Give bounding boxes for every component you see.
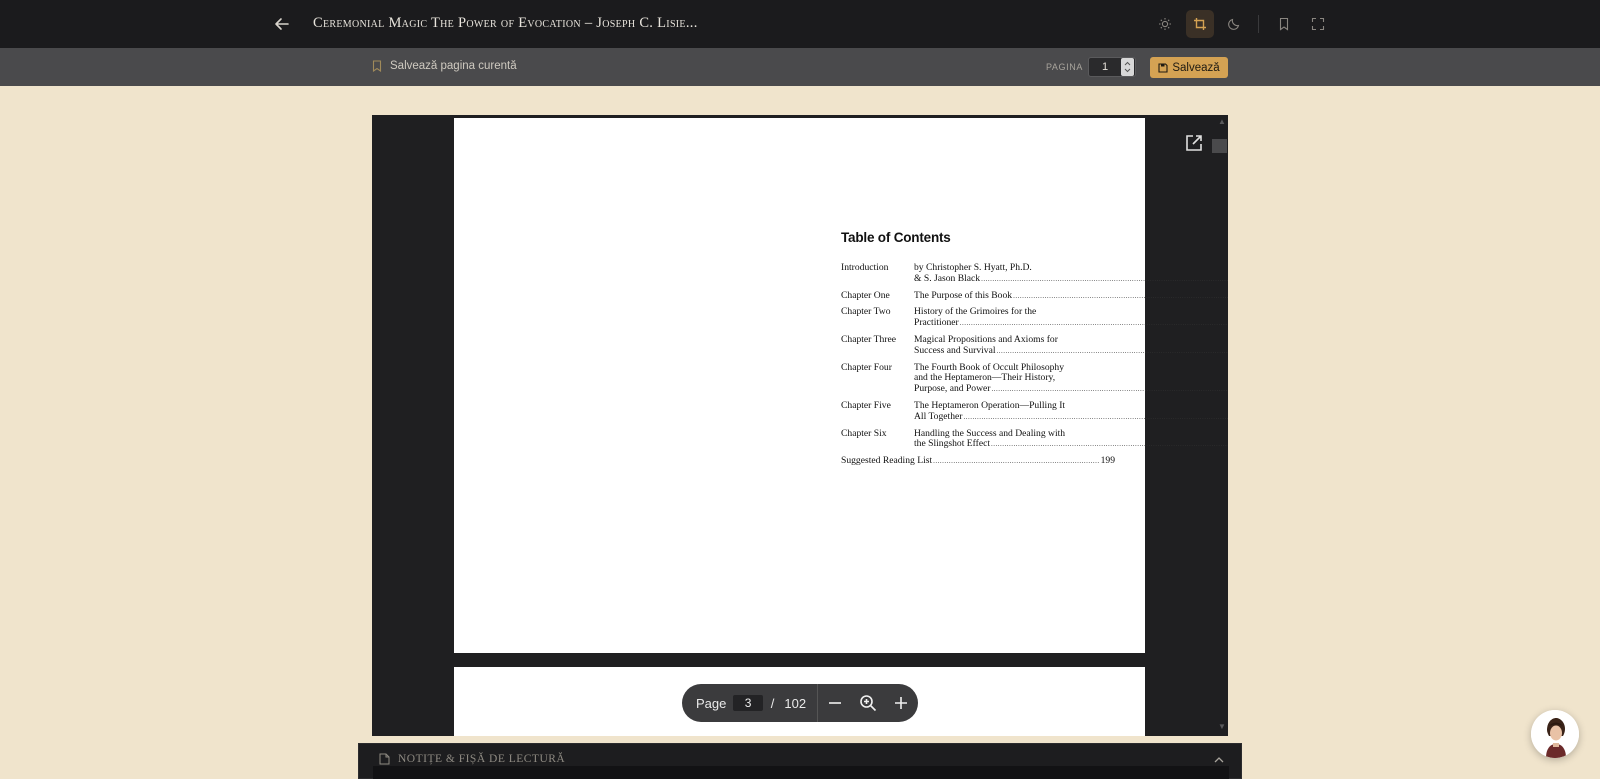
pdf-page: Table of Contents Introduction by Christo… — [454, 118, 1145, 653]
zoom-in-button[interactable] — [885, 684, 918, 722]
toc-chapter-label: Chapter Six — [841, 427, 887, 439]
toc-chapter-label: Chapter Two — [841, 306, 891, 318]
save-button-label: Salvează — [1172, 61, 1220, 74]
toc-chapter-label: Chapter Four — [841, 361, 892, 373]
toc-entry: Chapter OneThe Purpose of this Book25 — [841, 289, 1115, 302]
open-external-icon[interactable] — [1184, 133, 1204, 153]
toc-title-line: the Slingshot Effect192 — [914, 439, 1228, 450]
toc-leader — [1013, 291, 1228, 302]
light-mode-button[interactable] — [1151, 10, 1179, 38]
save-button[interactable]: Salvează — [1150, 57, 1228, 78]
chevron-up-icon[interactable] — [1213, 754, 1225, 766]
zoom-icon — [860, 695, 877, 712]
toc-chapter-label: Chapter Three — [841, 333, 896, 345]
sun-icon — [1159, 18, 1171, 30]
toc-chapter-label: Introduction — [841, 262, 889, 273]
bookmark-button[interactable] — [1270, 10, 1298, 38]
toc-title-text: Practitioner — [914, 317, 959, 329]
toc-leader — [991, 439, 1228, 450]
toc-title-text: & S. Jason Black — [914, 272, 981, 284]
fullscreen-button[interactable] — [1304, 10, 1332, 38]
toc-entry-title: Magical Propositions and Axioms for Succe… — [914, 334, 1228, 357]
toc-title-line: Success and Survival72 — [914, 344, 1228, 357]
toc-entry-title: Handling the Success and Dealing with the… — [914, 428, 1228, 451]
toc-title-line: All Together130 — [914, 410, 1228, 423]
dark-mode-button[interactable] — [1220, 10, 1248, 38]
toc-entry: Chapter Six Handling the Success and Deal… — [841, 427, 1115, 451]
toc-leader — [963, 412, 1228, 423]
toc-entry: Introduction by Christopher S. Hyatt, Ph.… — [841, 262, 1115, 285]
back-arrow-icon[interactable] — [272, 14, 292, 34]
toc-entry: Chapter Three Magical Propositions and Ax… — [841, 333, 1115, 357]
top-bar: Ceremonial Magic The Power of Evocation … — [0, 0, 1600, 48]
fullscreen-icon — [1311, 17, 1325, 31]
current-page-input[interactable]: 3 — [733, 695, 763, 711]
notes-header[interactable]: NOTIȚE & FIȘĂ DE LECTURĂ — [379, 753, 565, 765]
pdf-toolbar: Page 3 / 102 — [682, 684, 918, 722]
toc-title-text: All Together — [914, 410, 963, 422]
document-title: Ceremonial Magic The Power of Evocation … — [313, 15, 698, 31]
bookmark-icon — [1279, 17, 1289, 31]
total-pages: 102 — [784, 695, 807, 711]
toc-entries: Introduction by Christopher S. Hyatt, Ph.… — [841, 262, 1115, 451]
sub-bar: Salvează pagina curentă PAGINA 1 Salveaz… — [0, 48, 1600, 86]
toc-title-line: History of the Grimoires for the — [914, 307, 1228, 318]
avatar-portrait-icon — [1531, 710, 1579, 758]
toc-title-text: The Purpose of this Book — [914, 289, 1013, 301]
toc-leader — [991, 384, 1228, 395]
toc-title-text: Purpose, and Power — [914, 383, 991, 395]
toc-title-line: & S. Jason Black11 — [914, 272, 1228, 285]
page-separator: / — [770, 695, 775, 711]
toc-final-entry: Suggested Reading List 199 — [841, 455, 1115, 467]
plus-icon — [895, 697, 908, 709]
zoom-out-button[interactable] — [818, 684, 851, 722]
zoom-fit-button[interactable] — [851, 684, 884, 722]
assistant-avatar[interactable] — [1531, 710, 1579, 758]
toc-title-line: Purpose, and Power119 — [914, 383, 1228, 395]
toc-entry: Chapter Two History of the Grimoires for … — [841, 307, 1115, 329]
crop-icon — [1194, 18, 1206, 30]
toc-leader — [997, 346, 1228, 357]
save-current-page-link[interactable]: Salvează pagina curentă — [372, 60, 517, 72]
toc-leader — [981, 274, 1228, 285]
table-of-contents: Table of Contents Introduction by Christo… — [841, 230, 1115, 467]
pdf-viewer[interactable]: Table of Contents Introduction by Christo… — [372, 115, 1228, 736]
stepper-arrows-icon — [1124, 61, 1131, 73]
bookmark-icon — [372, 60, 382, 72]
page-label: Page — [696, 695, 727, 711]
toc-entry: Chapter Four The Fourth Book of Occult Ph… — [841, 361, 1115, 395]
toc-entry-title: History of the Grimoires for the Practiti… — [914, 307, 1228, 329]
moon-icon — [1228, 18, 1240, 30]
save-current-page-label: Salvează pagina curentă — [390, 60, 517, 72]
scroll-up-arrow-icon[interactable]: ▲ — [1218, 117, 1226, 126]
toc-title: Table of Contents — [841, 230, 951, 245]
page-label: PAGINA — [1046, 62, 1083, 72]
page-stepper[interactable] — [1121, 58, 1134, 76]
toc-entry-title: The Fourth Book of Occult Philosophy and … — [914, 362, 1228, 395]
minus-icon — [828, 702, 841, 704]
scrollbar-thumb[interactable] — [1212, 139, 1227, 153]
notes-label: NOTIȚE & FIȘĂ DE LECTURĂ — [398, 753, 566, 765]
toc-final-page: 199 — [1100, 455, 1115, 467]
scroll-down-arrow-icon[interactable]: ▼ — [1218, 722, 1226, 731]
toc-final-label: Suggested Reading List — [841, 455, 933, 467]
document-icon — [379, 753, 390, 765]
toc-chapter-label: Chapter One — [841, 289, 890, 301]
toc-entry: Chapter Five The Heptameron Operation—Pul… — [841, 399, 1115, 423]
toc-entry-title: The Heptameron Operation—Pulling It All T… — [914, 400, 1228, 423]
toc-leader — [933, 456, 1099, 467]
toc-title-line: The Purpose of this Book25 — [914, 289, 1228, 302]
notes-panel[interactable]: NOTIȚE & FIȘĂ DE LECTURĂ — [358, 743, 1242, 779]
toc-chapter-label: Chapter Five — [841, 399, 891, 411]
toc-entry-title: The Purpose of this Book25 — [914, 289, 1228, 302]
toc-entry-title: by Christopher S. Hyatt, Ph.D. & S. Jason… — [914, 262, 1228, 285]
toc-title-text: Success and Survival — [914, 344, 996, 356]
sepia-mode-button[interactable] — [1186, 10, 1214, 38]
notes-content-area — [373, 766, 1229, 779]
toc-leader — [960, 318, 1228, 329]
save-icon — [1158, 62, 1168, 73]
toolbar-divider — [1258, 15, 1259, 33]
toc-title-text: the Slingshot Effect — [914, 438, 991, 450]
toc-title-line: Practitioner31 — [914, 317, 1228, 329]
